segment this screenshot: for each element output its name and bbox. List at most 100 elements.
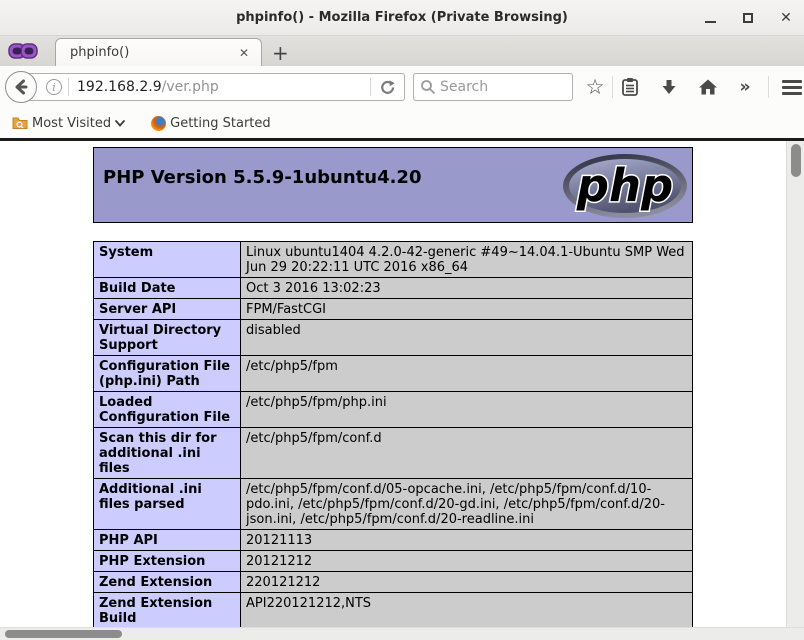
horizontal-scrollbar-thumb[interactable]	[5, 630, 122, 638]
minimize-button[interactable]	[702, 10, 718, 26]
url-bar[interactable]: i 192.168.2.9/ver.php	[21, 73, 405, 101]
toolbar-divider	[768, 76, 769, 98]
private-browsing-mask-icon	[8, 41, 38, 65]
info-value-cell: disabled	[240, 319, 693, 356]
chevron-down-icon	[115, 119, 126, 127]
info-label-cell: Additional .ini files parsed	[93, 478, 241, 530]
php-version-title: PHP Version 5.5.9-1ubuntu4.20	[103, 167, 422, 188]
download-icon	[662, 79, 676, 94]
info-label-cell: Virtual Directory Support	[93, 319, 241, 356]
table-row: PHP API 20121113	[93, 529, 693, 551]
search-box[interactable]	[413, 73, 573, 101]
info-value-cell: 20121113	[240, 529, 693, 551]
url-host: 192.168.2.9	[77, 79, 162, 95]
php-logo: php	[562, 153, 688, 223]
info-value-cell: 20121212	[240, 550, 693, 572]
info-label-cell: Zend Extension	[93, 571, 241, 593]
minimize-icon	[704, 20, 716, 23]
bookmark-most-visited[interactable]: Most Visited	[6, 113, 131, 134]
toolbar-icons: ☆ »	[580, 66, 804, 108]
info-label-cell: System	[93, 241, 241, 278]
home-button[interactable]	[693, 72, 723, 102]
info-value-cell: Linux ubuntu1404 4.2.0-42-generic #49~14…	[240, 241, 693, 278]
table-row: PHP Extension 20121212	[93, 550, 693, 572]
firefox-icon	[151, 115, 167, 131]
bookmark-getting-started[interactable]: Getting Started	[145, 113, 277, 134]
php-version-header: PHP Version 5.5.9-1ubuntu4.20 php	[93, 147, 693, 223]
browser-viewport: PHP Version 5.5.9-1ubuntu4.20 php System…	[0, 141, 804, 627]
hamburger-icon	[782, 79, 802, 95]
info-value-cell: FPM/FastCGI	[240, 298, 693, 320]
table-row: Additional .ini files parsed /etc/php5/f…	[93, 478, 693, 530]
new-tab-button[interactable]: +	[262, 43, 299, 66]
back-arrow-icon	[15, 79, 28, 95]
reload-icon	[381, 79, 395, 94]
info-label-cell: Loaded Configuration File	[93, 391, 241, 428]
tab-bar: phpinfo() ✕ +	[0, 36, 804, 66]
info-value-cell: /etc/php5/fpm/php.ini	[240, 391, 693, 428]
vertical-scrollbar-thumb[interactable]	[791, 144, 801, 177]
window-controls: ✕	[702, 0, 794, 36]
horizontal-scrollbar[interactable]	[0, 627, 804, 640]
table-row: Build Date Oct 3 2016 13:02:23	[93, 277, 693, 299]
tab-phpinfo[interactable]: phpinfo() ✕	[55, 38, 262, 66]
back-button[interactable]	[5, 71, 37, 103]
svg-text:php: php	[576, 159, 673, 212]
chevrons-icon: »	[739, 76, 751, 97]
info-value-cell: /etc/php5/fpm/conf.d	[240, 427, 693, 479]
star-icon: ☆	[585, 74, 605, 99]
table-row: Server API FPM/FastCGI	[93, 298, 693, 320]
clipboard-icon	[622, 78, 638, 96]
php-info-table: System Linux ubuntu1404 4.2.0-42-generic…	[93, 241, 693, 627]
info-label-cell: PHP Extension	[93, 550, 241, 572]
tab-close-icon[interactable]: ✕	[235, 45, 253, 61]
table-row: Virtual Directory Support disabled	[93, 319, 693, 356]
home-icon	[699, 79, 717, 95]
close-icon: ✕	[780, 10, 792, 26]
menu-button[interactable]	[777, 72, 804, 102]
downloads-button[interactable]	[654, 72, 684, 102]
folder-search-icon	[12, 117, 28, 129]
bookmark-label: Most Visited	[32, 115, 112, 131]
info-label-cell: Build Date	[93, 277, 241, 299]
search-icon	[421, 80, 436, 95]
maximize-button[interactable]	[740, 10, 756, 26]
close-button[interactable]: ✕	[778, 10, 794, 26]
url-divider	[370, 78, 371, 96]
table-row: Loaded Configuration File /etc/php5/fpm/…	[93, 391, 693, 428]
info-value-cell: API220121212,NTS	[240, 592, 693, 627]
info-label-cell: Configuration File (php.ini) Path	[93, 355, 241, 392]
overflow-menu-button[interactable]: »	[730, 72, 760, 102]
info-label-cell: Zend Extension Build	[93, 592, 241, 627]
table-row: Configuration File (php.ini) Path /etc/p…	[93, 355, 693, 392]
maximize-icon	[743, 13, 753, 23]
info-label-cell: PHP API	[93, 529, 241, 551]
table-row: Scan this dir for additional .ini files …	[93, 427, 693, 479]
info-value-cell: /etc/php5/fpm/conf.d/05-opcache.ini, /et…	[240, 478, 693, 530]
reload-button[interactable]	[379, 79, 404, 96]
toolbar-divider	[612, 76, 613, 98]
site-info-icon[interactable]: i	[46, 79, 62, 95]
info-label-cell: Scan this dir for additional .ini files	[93, 427, 241, 479]
phpinfo-page: PHP Version 5.5.9-1ubuntu4.20 php System…	[0, 141, 786, 627]
navigation-toolbar: i 192.168.2.9/ver.php ☆	[0, 66, 804, 108]
info-value-cell: Oct 3 2016 13:02:23	[240, 277, 693, 299]
info-value-cell: 220121212	[240, 571, 693, 593]
table-row: Zend Extension 220121212	[93, 571, 693, 593]
bookmarks-toolbar: Most Visited Getting Started	[0, 108, 804, 138]
info-value-cell: /etc/php5/fpm	[240, 355, 693, 392]
window-titlebar: phpinfo() - Mozilla Firefox (Private Bro…	[0, 0, 804, 36]
info-label-cell: Server API	[93, 298, 241, 320]
url-divider	[68, 78, 69, 96]
window-title: phpinfo() - Mozilla Firefox (Private Bro…	[236, 10, 568, 25]
table-row: Zend Extension Build API220121212,NTS	[93, 592, 693, 627]
url-path: /ver.php	[161, 79, 219, 95]
bookmark-star-button[interactable]: ☆	[580, 72, 610, 102]
vertical-scrollbar[interactable]	[786, 141, 804, 627]
bookmark-label: Getting Started	[170, 115, 271, 131]
search-input[interactable]	[440, 79, 566, 95]
tab-title: phpinfo()	[70, 45, 130, 60]
table-row: System Linux ubuntu1404 4.2.0-42-generic…	[93, 241, 693, 278]
url-text[interactable]: 192.168.2.9/ver.php	[77, 79, 370, 95]
bookmarks-menu-button[interactable]	[615, 72, 645, 102]
